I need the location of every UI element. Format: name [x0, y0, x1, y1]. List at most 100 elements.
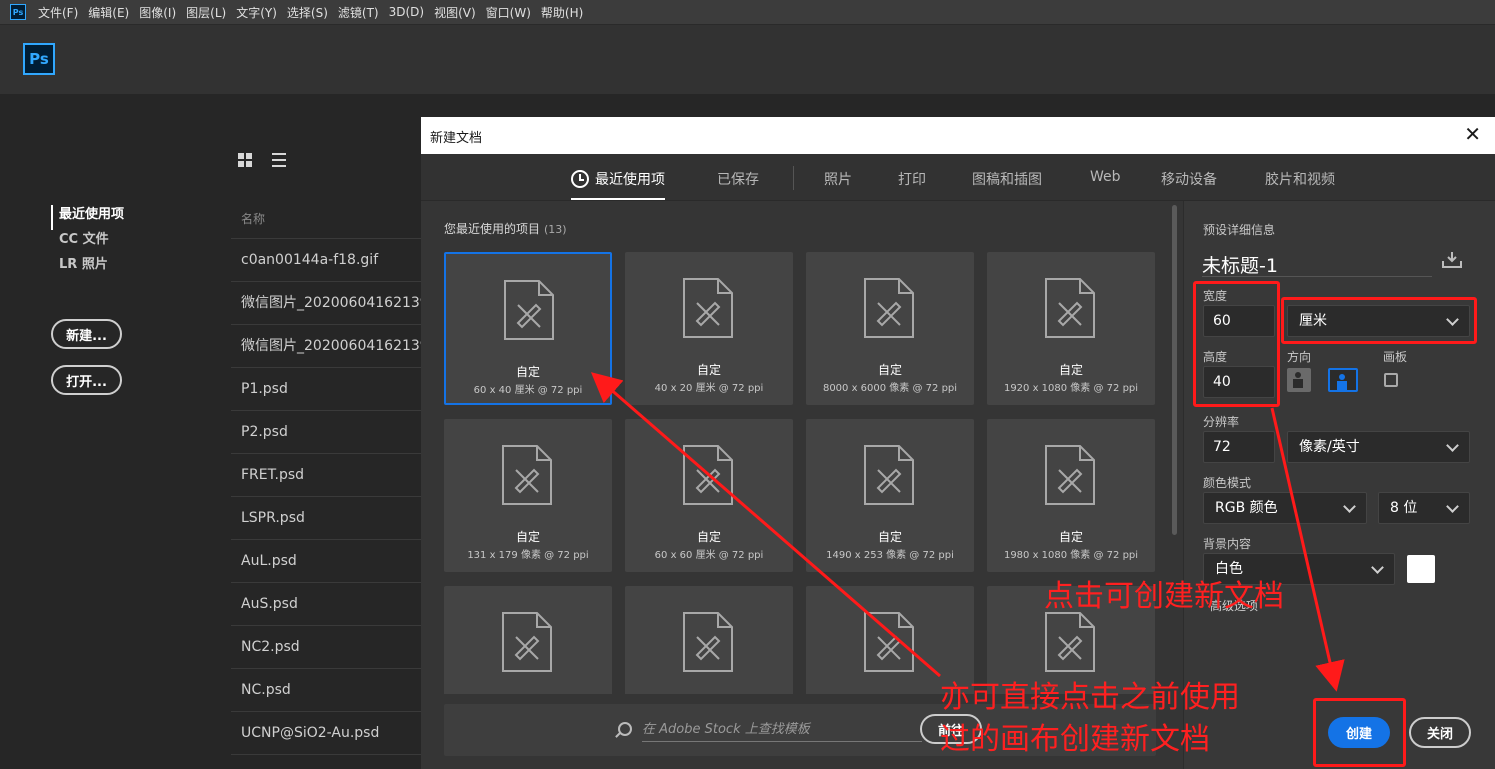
preset-card[interactable]: 自定 60 x 60 厘米 @ 72 ppi: [625, 419, 793, 572]
nav-lr-photos[interactable]: LR 照片: [51, 255, 124, 280]
home-header: Ps: [0, 25, 1495, 94]
file-row[interactable]: 微信图片_20200604162139: [231, 282, 421, 325]
file-row[interactable]: UCNP@SiO2-Au.psd: [231, 712, 421, 755]
nav-recent[interactable]: 最近使用项: [51, 205, 124, 230]
document-preset-icon: [1045, 612, 1095, 672]
tab-art-illustration[interactable]: 图稿和插图: [972, 169, 1042, 189]
file-row[interactable]: FRET.psd: [231, 454, 421, 497]
menu-3d[interactable]: 3D(D): [389, 5, 424, 19]
document-preset-icon: [1045, 445, 1095, 505]
tab-print[interactable]: 打印: [898, 169, 926, 189]
close-icon[interactable]: ✕: [1464, 124, 1481, 144]
grid-view-icon[interactable]: [238, 153, 252, 167]
portrait-orientation-icon[interactable]: [1287, 368, 1311, 392]
background-label: 背景内容: [1203, 537, 1252, 551]
color-mode-select[interactable]: RGB 颜色: [1203, 492, 1367, 524]
menu-help[interactable]: 帮助(H): [541, 4, 583, 21]
stock-search-input[interactable]: [642, 718, 922, 742]
file-row[interactable]: P2.psd: [231, 411, 421, 454]
open-button[interactable]: 打开...: [51, 365, 122, 395]
recent-items-title: 您最近使用的项目: [444, 222, 541, 236]
file-row[interactable]: AuS.psd: [231, 583, 421, 626]
menu-bar: Ps 文件(F) 编辑(E) 图像(I) 图层(L) 文字(Y) 选择(S) 滤…: [0, 0, 1495, 25]
resolution-label: 分辨率: [1203, 415, 1240, 429]
preset-size: 60 x 40 厘米 @ 72 ppi: [473, 385, 583, 396]
list-view-icon[interactable]: [272, 153, 286, 167]
preset-card[interactable]: [806, 586, 974, 694]
resolution-input[interactable]: 72: [1203, 431, 1275, 463]
file-row[interactable]: AuL.psd: [231, 540, 421, 583]
preset-scrollbar[interactable]: [1172, 205, 1177, 535]
dialog-titlebar: 新建文档 ✕: [421, 117, 1495, 154]
preset-name: 自定: [696, 363, 721, 377]
file-row[interactable]: LSPR.psd: [231, 497, 421, 540]
preset-card[interactable]: 自定 1980 x 1080 像素 @ 72 ppi: [987, 419, 1155, 572]
preset-card[interactable]: 自定 1490 x 253 像素 @ 72 ppi: [806, 419, 974, 572]
bit-depth-value: 8 位: [1390, 500, 1418, 516]
artboard-label: 画板: [1383, 350, 1408, 364]
tab-saved[interactable]: 已保存: [717, 169, 759, 189]
bit-depth-select[interactable]: 8 位: [1378, 492, 1470, 524]
close-button[interactable]: 关闭: [1409, 717, 1471, 748]
tab-recent[interactable]: 最近使用项: [571, 169, 665, 200]
preset-card[interactable]: 自定 8000 x 6000 像素 @ 72 ppi: [806, 252, 974, 405]
landscape-orientation-icon[interactable]: [1328, 368, 1358, 392]
chevron-down-icon: [1446, 439, 1459, 452]
menu-image[interactable]: 图像(I): [139, 4, 176, 21]
recent-items-label: 您最近使用的项目 (13): [444, 220, 567, 237]
color-mode-label: 颜色模式: [1203, 476, 1252, 490]
preset-name: 自定: [515, 365, 540, 379]
preset-card[interactable]: 自定 40 x 20 厘米 @ 72 ppi: [625, 252, 793, 405]
column-header-name[interactable]: 名称: [231, 200, 421, 239]
preset-size: 40 x 20 厘米 @ 72 ppi: [654, 383, 764, 394]
menu-type[interactable]: 文字(Y): [236, 4, 277, 21]
tab-film-video[interactable]: 胶片和视频: [1265, 169, 1335, 189]
new-document-dialog: 新建文档 ✕ 最近使用项 已保存 照片 打印 图稿和插图 Web 移动设备 胶片…: [421, 117, 1495, 769]
preset-size: 1490 x 253 像素 @ 72 ppi: [826, 550, 954, 561]
preset-card[interactable]: 自定 1920 x 1080 像素 @ 72 ppi: [987, 252, 1155, 405]
photoshop-logo: Ps: [23, 43, 55, 75]
preset-name: 自定: [515, 530, 540, 544]
menu-file[interactable]: 文件(F): [38, 4, 78, 21]
menu-view[interactable]: 视图(V): [434, 4, 476, 21]
recent-file-list: 名称 c0an00144a-f18.gif 微信图片_2020060416213…: [231, 200, 421, 755]
document-preset-icon: [864, 612, 914, 672]
document-name-field[interactable]: 未标题-1: [1202, 251, 1432, 277]
color-mode-value: RGB 颜色: [1215, 500, 1278, 516]
document-preset-icon: [502, 612, 552, 672]
file-row[interactable]: NC.psd: [231, 669, 421, 712]
preset-card[interactable]: 自定 131 x 179 像素 @ 72 ppi: [444, 419, 612, 572]
annotation-highlight-unit: [1281, 297, 1477, 344]
chevron-down-icon: [1371, 561, 1384, 574]
search-icon: [618, 722, 632, 736]
menu-window[interactable]: 窗口(W): [486, 4, 531, 21]
file-row[interactable]: NC2.psd: [231, 626, 421, 669]
tab-photo[interactable]: 照片: [824, 169, 852, 189]
save-preset-icon[interactable]: [1441, 251, 1463, 269]
resolution-unit-select[interactable]: 像素/英寸: [1287, 431, 1470, 463]
home-nav: 最近使用项 CC 文件 LR 照片: [51, 205, 124, 280]
menu-filter[interactable]: 滤镜(T): [338, 4, 379, 21]
tab-web[interactable]: Web: [1090, 169, 1121, 185]
preset-name: 自定: [877, 363, 902, 377]
background-color-swatch[interactable]: [1407, 555, 1435, 583]
preset-card[interactable]: [444, 586, 612, 694]
tab-recent-label: 最近使用项: [595, 172, 665, 188]
menu-select[interactable]: 选择(S): [287, 4, 328, 21]
preset-card[interactable]: [625, 586, 793, 694]
tab-mobile[interactable]: 移动设备: [1161, 169, 1217, 189]
file-row[interactable]: c0an00144a-f18.gif: [231, 239, 421, 282]
new-button[interactable]: 新建...: [51, 319, 122, 349]
view-toggle: [238, 153, 286, 167]
background-value: 白色: [1215, 561, 1243, 577]
menu-edit[interactable]: 编辑(E): [88, 4, 129, 21]
chevron-down-icon: [1446, 500, 1459, 513]
file-row[interactable]: P1.psd: [231, 368, 421, 411]
menu-layer[interactable]: 图层(L): [186, 4, 226, 21]
nav-cc-files[interactable]: CC 文件: [51, 230, 124, 255]
preset-card[interactable]: 自定 60 x 40 厘米 @ 72 ppi: [444, 252, 612, 405]
file-row[interactable]: 微信图片_20200604162139: [231, 325, 421, 368]
annotation-highlight-create: [1313, 698, 1406, 767]
document-preset-icon: [864, 278, 914, 338]
artboard-checkbox[interactable]: [1384, 373, 1398, 387]
